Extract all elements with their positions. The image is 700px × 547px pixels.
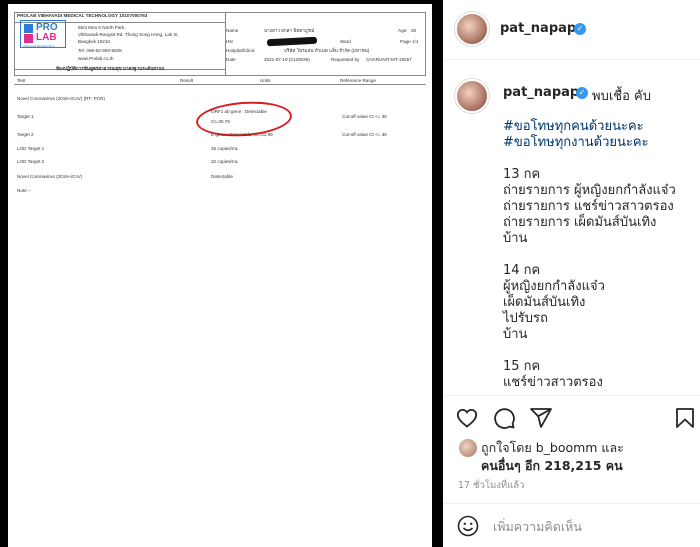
caption-line: ถ่ายรายการ แชร์ข่าวสาวตรอง [503,199,674,214]
address-line: Tel. 066-62-993-9208 [78,48,122,53]
col-result: Result [180,78,194,83]
caption-line: เผ็ดมันส์บันเทิง [503,295,586,310]
caption-line: ไปรับรถ [503,311,548,326]
post-header: pat_napapa ✓ [443,0,700,60]
hn-label: HN [226,39,233,44]
requested-value: CHARUNIT-MT-19257 [366,57,412,62]
caption-line: ถ่ายรายการ เผ็ดมันส์บันเทิง [503,215,657,230]
ward-label: Ward [340,39,351,44]
row-ref: Cut-off value Ct <= 36 [342,132,387,137]
verified-icon: ✓ [574,23,586,35]
caption-line: 14 กค [503,263,541,278]
row-result: Detectable [211,174,233,179]
prolab-logo: PRO LAB Vibhavadi Medical Tech [20,20,66,48]
row-result: 25 copies/mL [211,146,239,151]
page-label: Page 1/1 [400,39,419,44]
caption-line: แชร์ข่าวสาวตรอง [503,375,603,390]
post-media[interactable]: PROLAB VIBHAVADI MEDICAL TECHNOLOGY 1010… [0,0,443,547]
post-timestamp[interactable]: 17 ชั่วโมงที่แล้ว [458,478,524,493]
author-username[interactable]: pat_napapa [500,21,585,36]
post-sidebar: pat_napapa ✓ pat_napapa ✓ พบเชื้อ คับ #ข… [443,0,700,547]
row-test: Note :- [17,188,31,193]
emoji-icon[interactable] [456,514,480,538]
address-line: Bangkok 10210 [78,39,110,44]
caption-line: บ้าน [503,231,528,246]
caption-hashtag[interactable]: #ขอโทษทุกคนด้วยนะคะ [503,119,644,135]
post-actions: ถูกใจโดย b_boomm และ คนอื่นๆ อีก 218,215… [443,395,700,495]
hospital-label: Hospital/Clinic [226,48,256,53]
caption-line: ผู้หญิงยกกำลังแจ๋ว [503,279,605,294]
caption: pat_napapa ✓ พบเชื้อ คับ #ขอโทษทุกคนด้วย… [443,61,700,395]
share-icon[interactable] [529,406,553,430]
likes-count[interactable]: คนอื่นๆ อีก 218,215 คน [481,456,623,476]
row-result: E gene : Detectable, Ct=31.99 [211,132,273,137]
address-line: www.Prolab.co.th [78,56,114,61]
caption-line: 13 กค [503,167,541,182]
author-avatar[interactable] [455,12,489,46]
row-test: Target 1 [17,114,34,119]
address-line: 55/3 Moo 5 North Park, [78,25,126,30]
row-ref: Cut-off value Ct <= 36 [342,114,387,119]
date-label: Date [226,57,236,62]
caption-line: 15 กค [503,359,541,374]
row-test: Target 2 [17,132,34,137]
likes-by-text[interactable]: ถูกใจโดย b_boomm และ [481,438,624,458]
heart-icon[interactable] [455,406,479,430]
age-label: Age: [398,28,408,33]
comment-bar: เพิ่มความคิดเห็น [443,503,700,547]
age-value: 26 [411,28,417,33]
name-label: Name [226,28,239,33]
row-test: LOD Target 1 [17,146,45,151]
bookmark-icon[interactable] [673,406,697,430]
verified-icon: ✓ [576,87,588,99]
caption-line: ถ่ายรายการ ผู้หญิงยกกำลังแจ๋ว [503,183,676,198]
row-test: Novel Coronavirus (2019-nCoV) (RT- PCR) [17,96,105,101]
caption-line: บ้าน [503,327,528,342]
date-value: 2021-07-19 (2120039) [264,57,310,62]
lab-report-image: PROLAB VIBHAVADI MEDICAL TECHNOLOGY 1010… [8,4,432,547]
cert-line: ห้องปฏิบัติการชันสูตรสาธารณสุข มาตรฐานระ… [56,66,165,71]
requested-label: Requested by [331,57,360,62]
hospital-value: บริษัท โพรแลบ หัวเมด แล็บ จำกัด (มหาชน) [284,48,370,53]
address-line: Vibhavadi-Rangsit Rd. Thung Song Hong, L… [78,32,179,37]
caption-first-text: พบเชื้อ คับ [592,89,651,104]
caption-hashtag[interactable]: #ขอโทษทุกงานด้วยนะคะ [503,135,649,151]
col-test: Test [17,78,26,83]
row-test: LOD Target 2 [17,159,45,164]
col-ref: Reference Range [340,78,377,83]
liker-avatar[interactable] [459,439,477,457]
name-value: นางสาว ผกสา พิทยาบูรณ์ [264,28,315,33]
comment-input[interactable]: เพิ่มความคิดเห็น [493,517,582,537]
caption-avatar[interactable] [455,79,489,113]
row-test: Novel Coronavirus (2019-nCoV) [17,174,83,179]
col-units: Units [260,78,271,83]
row-result: 32 copies/mL [211,159,239,164]
lab-name: PROLAB VIBHAVADI MEDICAL TECHNOLOGY 1010… [17,13,148,18]
comment-icon[interactable] [492,406,516,430]
